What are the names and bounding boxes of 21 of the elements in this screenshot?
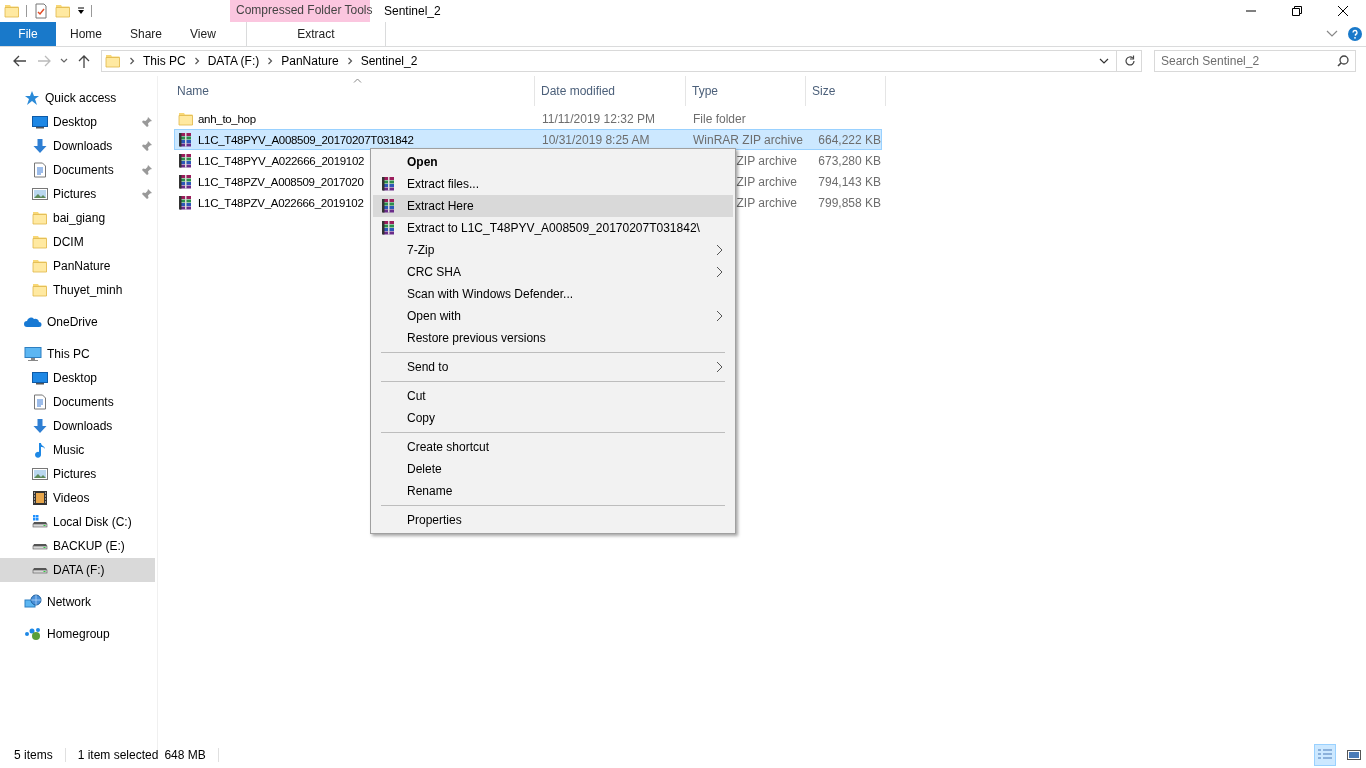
file-size: 664,222 KB — [818, 132, 881, 147]
file-size: 794,143 KB — [818, 174, 881, 189]
file-type: ZIP archive — [736, 174, 797, 189]
date-modified: 10/31/2019 8:25 AM — [542, 132, 650, 147]
file-name: L1C_T48PZV_A022666_2019102 — [198, 196, 364, 209]
file-name: L1C_T48PYV_A008509_20170207T031842 — [198, 133, 414, 146]
selection-size: 648 MB — [164, 748, 206, 762]
file-type: WinRAR ZIP archive — [693, 132, 803, 147]
selection-count: 1 item selected — [77, 748, 159, 762]
date-modified: 11/11/2019 12:32 PM — [542, 111, 655, 126]
file-name: anh_to_hop — [198, 112, 256, 125]
item-count: 5 items — [14, 748, 53, 762]
file-type: ZIP archive — [736, 153, 797, 168]
file-size: 799,858 KB — [818, 195, 881, 210]
file-name: L1C_T48PYV_A022666_2019102 — [198, 154, 365, 167]
contextual-tab-group: Compressed Folder Tools — [230, 0, 370, 22]
window-title: Sentinel_2 — [383, 3, 442, 20]
file-type: File folder — [693, 111, 746, 126]
file-type: ZIP archive — [736, 195, 797, 210]
file-size: 673,280 KB — [818, 153, 881, 168]
file-name: L1C_T48PZV_A008509_2017020 — [198, 175, 364, 188]
